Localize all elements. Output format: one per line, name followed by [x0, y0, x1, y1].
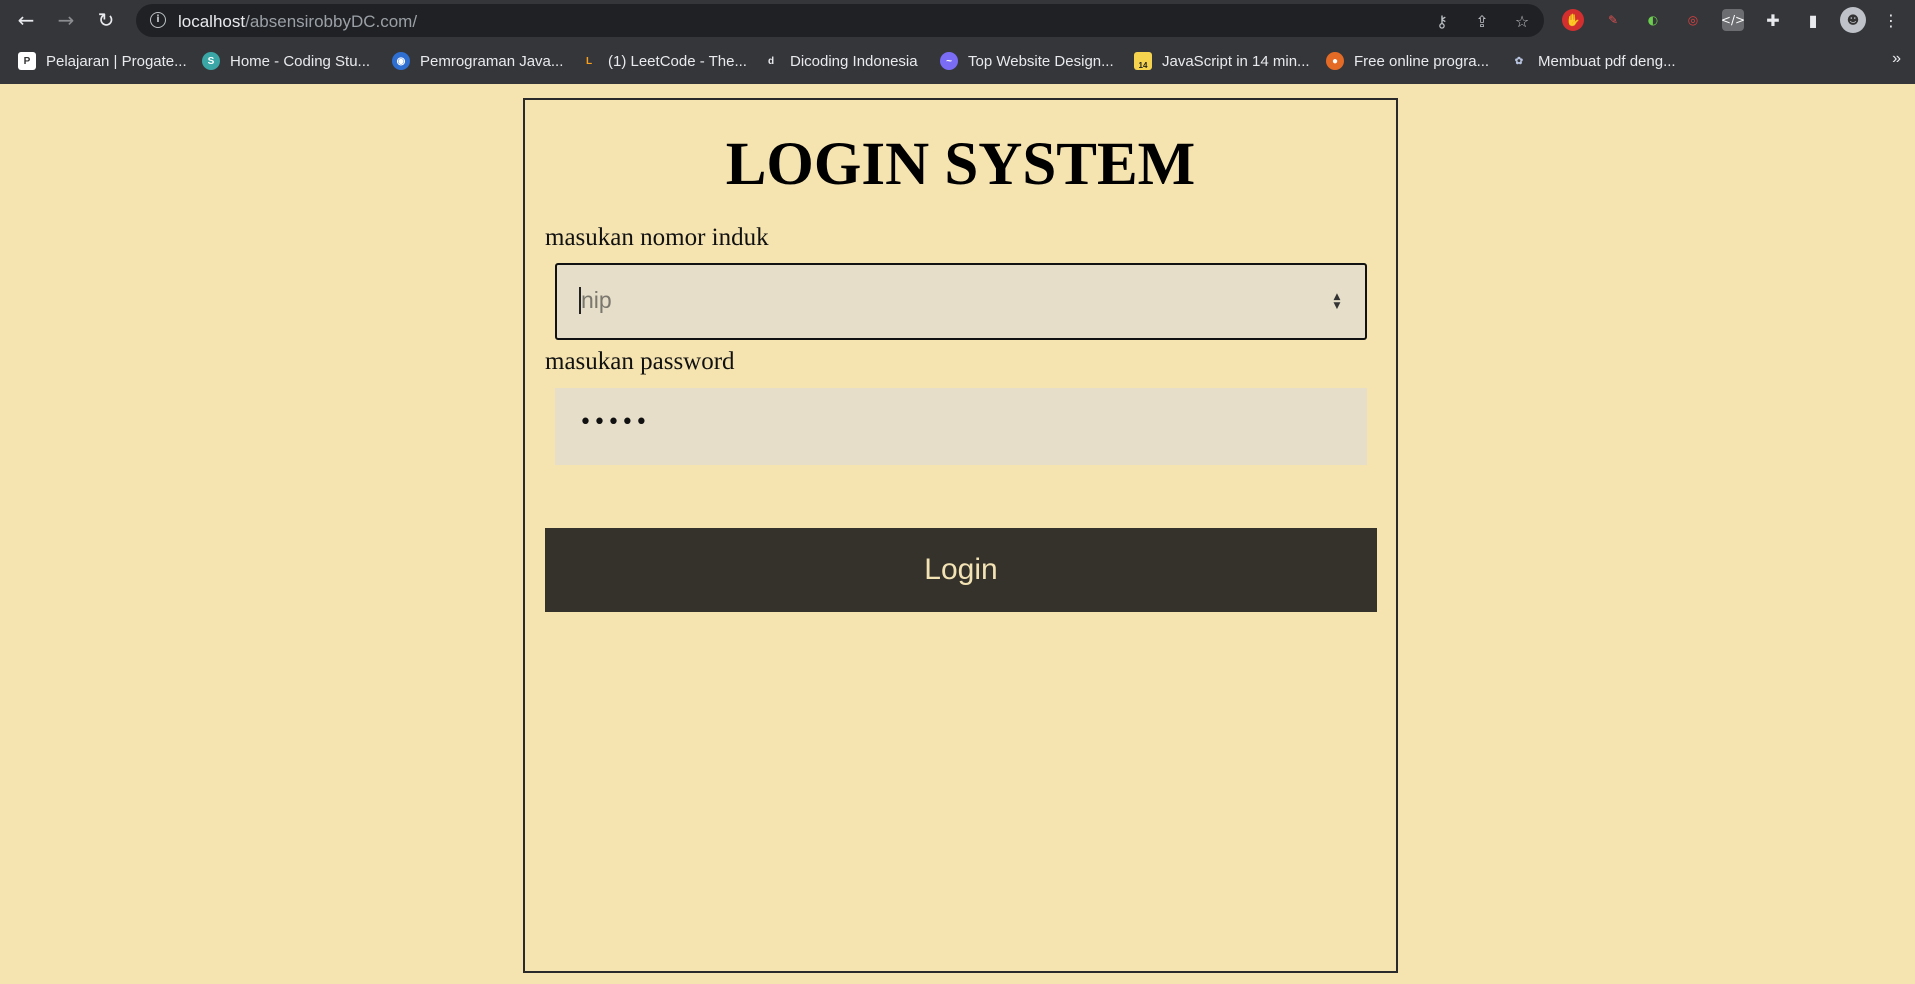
bookmark-item[interactable]: ✿ Membuat pdf deng... [1510, 50, 1676, 72]
eye-extension-icon[interactable]: ◎ [1682, 9, 1704, 31]
bookmark-favicon-icon: ~ [940, 52, 958, 70]
share-icon[interactable]: ⇪ [1471, 10, 1493, 32]
bookmark-favicon-icon: L [585, 55, 593, 67]
password-label: masukan password [545, 348, 735, 375]
nip-input[interactable]: nip ▲ ▼ [555, 263, 1367, 340]
bookmark-favicon-icon: d [767, 55, 775, 67]
star-icon[interactable]: ☆ [1511, 10, 1533, 32]
bookmark-label: Home - Coding Stu... [230, 52, 371, 70]
puzzle-extensions-icon[interactable]: ✚ [1762, 9, 1784, 31]
bookmarks-overflow-icon[interactable]: » [1892, 50, 1901, 68]
site-info-icon[interactable]: i [150, 12, 166, 28]
bookmark-favicon-icon: 14 [1134, 52, 1152, 70]
color-extension-icon[interactable]: ◐ [1642, 9, 1664, 31]
nip-label: masukan nomor induk [545, 224, 769, 251]
nip-placeholder: nip [581, 287, 612, 313]
bookmark-item[interactable]: P Pelajaran | Progate... [18, 50, 187, 72]
url-text[interactable]: localhost/absensirobbyDC.com/ [178, 12, 417, 32]
bookmark-label: Pelajaran | Progate... [46, 52, 187, 70]
address-bar[interactable]: i localhost/absensirobbyDC.com/ ⚷ ⇪ ☆ [136, 4, 1544, 37]
login-button[interactable]: Login [545, 528, 1377, 612]
side-panel-icon[interactable]: ▮ [1802, 9, 1824, 31]
password-input[interactable]: ••••• [555, 388, 1367, 465]
profile-avatar[interactable]: ☻ [1840, 7, 1866, 33]
url-path: /absensirobbyDC.com/ [245, 12, 418, 31]
bookmark-label: JavaScript in 14 min... [1162, 52, 1310, 70]
number-spinner-icon[interactable]: ▲ ▼ [1331, 293, 1343, 313]
bookmark-label: Pemrograman Java... [420, 52, 564, 70]
bookmark-item[interactable]: ● Free online progra... [1326, 50, 1489, 72]
page-title: LOGIN SYSTEM [725, 131, 1196, 198]
bookmark-label: Membuat pdf deng... [1538, 52, 1676, 70]
bookmark-favicon-icon: ● [1326, 52, 1344, 70]
bookmark-label: (1) LeetCode - The... [608, 52, 747, 70]
bookmark-item[interactable]: L (1) LeetCode - The... [580, 50, 747, 72]
bookmark-favicon-icon: S [202, 52, 220, 70]
bookmark-favicon-icon: P [18, 52, 36, 70]
bookmark-item[interactable]: d Dicoding Indonesia [762, 50, 918, 72]
bookmark-favicon-icon: ✿ [1514, 55, 1524, 67]
forward-icon[interactable]: → [52, 6, 80, 34]
key-icon[interactable]: ⚷ [1431, 10, 1453, 32]
login-card: LOGIN SYSTEM masukan nomor induk nip ▲ ▼ … [523, 98, 1398, 973]
code-extension-icon[interactable]: </> [1721, 9, 1745, 31]
adblock-extension-icon[interactable]: ✋ [1562, 9, 1584, 31]
menu-kebab-icon[interactable]: ⋮ [1880, 9, 1902, 31]
bookmark-label: Dicoding Indonesia [790, 52, 918, 70]
pen-extension-icon[interactable]: ✎ [1602, 9, 1624, 31]
url-host: localhost [178, 12, 246, 31]
reload-icon[interactable]: ↻ [92, 6, 120, 34]
bookmark-favicon-icon: ◉ [392, 52, 410, 70]
bookmarks-bar: P Pelajaran | Progate... S Home - Coding… [0, 40, 1915, 84]
bookmark-item[interactable]: ~ Top Website Design... [940, 50, 1114, 72]
back-icon[interactable]: ← [12, 6, 40, 34]
bookmark-item[interactable]: S Home - Coding Stu... [202, 50, 370, 72]
password-value: ••••• [579, 410, 649, 435]
bookmark-label: Top Website Design... [968, 52, 1114, 70]
bookmark-item[interactable]: ◉ Pemrograman Java... [392, 50, 563, 72]
browser-toolbar: ← → ↻ i localhost/absensirobbyDC.com/ ⚷ … [0, 0, 1915, 40]
bookmark-label: Free online progra... [1354, 52, 1490, 70]
bookmark-item[interactable]: 14 JavaScript in 14 min... [1134, 50, 1310, 72]
